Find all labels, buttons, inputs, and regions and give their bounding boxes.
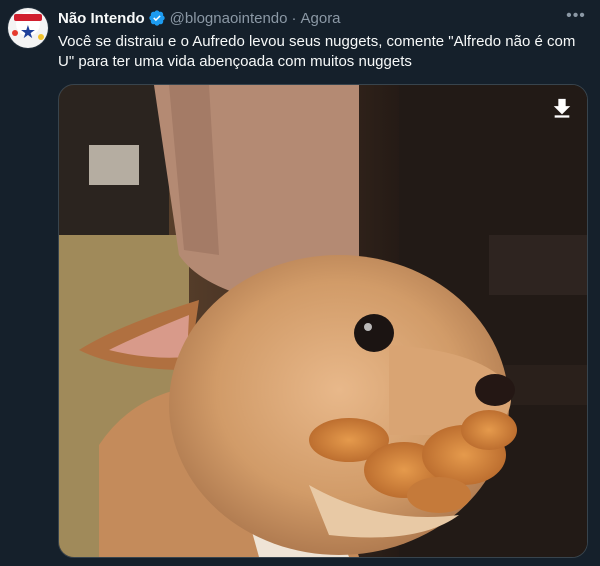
avatar[interactable]: ★ <box>8 8 48 48</box>
tweet-text: Você se distraiu e o Aufredo levou seus … <box>58 33 576 70</box>
tweet-header: Não Intendo @blognaointendo · Agora <box>58 8 341 28</box>
verified-badge-icon <box>148 10 165 26</box>
separator-dot: · <box>291 9 297 27</box>
timestamp[interactable]: Agora <box>301 10 341 27</box>
chihuahua-photo <box>59 85 587 557</box>
avatar-star-icon: ★ <box>19 22 37 43</box>
author-handle[interactable]: @blognaointendo <box>170 10 288 27</box>
author-name[interactable]: Não Intendo <box>58 10 145 27</box>
avatar-logo-band <box>14 14 42 21</box>
avatar-dot <box>12 30 18 36</box>
avatar-dot <box>38 34 44 40</box>
tweet-image[interactable] <box>58 84 588 558</box>
tweet-card[interactable]: ★ Não Intendo @blognaointendo · Agora ••… <box>0 0 600 566</box>
download-icon[interactable] <box>551 97 573 119</box>
more-icon[interactable]: ••• <box>564 6 588 26</box>
